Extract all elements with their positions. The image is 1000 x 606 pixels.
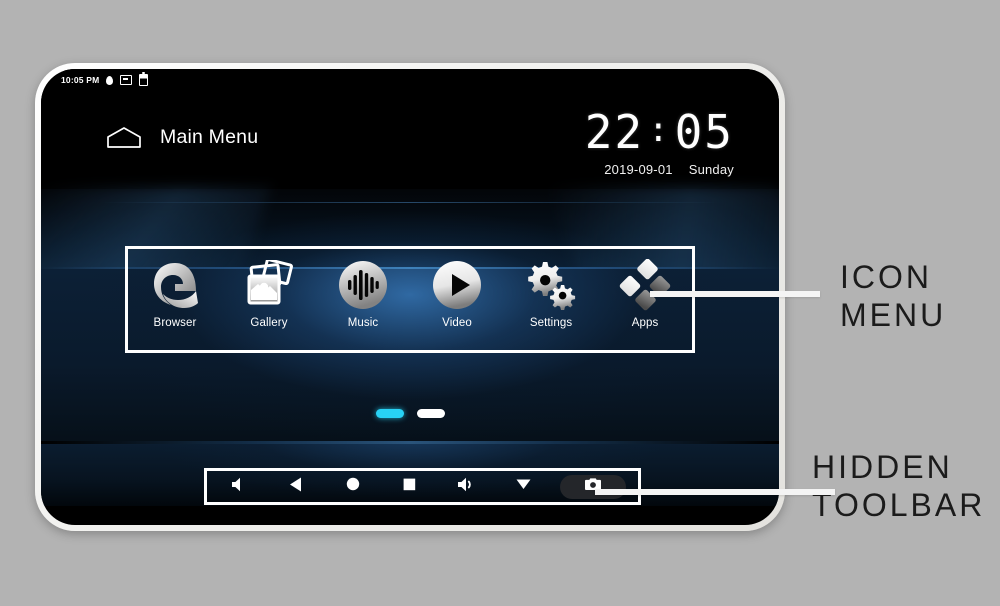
- clock-time: 22 : 05: [585, 109, 734, 155]
- sim-card-icon: [120, 75, 133, 85]
- volume-down-button[interactable]: [219, 473, 259, 501]
- status-bar-time: 10:05 PM: [61, 75, 100, 85]
- triangle-left-icon: [288, 476, 304, 498]
- app-browser[interactable]: Browser: [133, 257, 217, 329]
- app-video[interactable]: Video: [415, 257, 499, 329]
- screenshot-canvas: 10:05 PM Main Menu 22: 05 2019-09-01 Su…: [0, 0, 1000, 606]
- triangle-down-icon: [515, 477, 532, 496]
- apps-diamond-icon: [617, 257, 673, 313]
- settings-gears-icon: [523, 257, 579, 313]
- gallery-photos-icon: [241, 257, 297, 313]
- page-title: Main Menu: [160, 125, 259, 148]
- app-label: Settings: [529, 317, 573, 329]
- volume-up-button[interactable]: [446, 473, 486, 501]
- clock-minutes: 05: [674, 105, 734, 159]
- clock-date-row: 2019-09-01 Sunday: [585, 162, 734, 177]
- clock-date: 2019-09-01: [604, 162, 673, 177]
- app-label: Apps: [631, 317, 659, 329]
- main-menu-button[interactable]: Main Menu: [106, 125, 258, 149]
- icon-menu: Browser Gallery Music Video Settings App…: [128, 249, 692, 350]
- clock-separator: :: [648, 110, 671, 150]
- home-button[interactable]: [333, 473, 373, 501]
- speaker-wave-icon: [456, 476, 477, 498]
- annotation-line-1: HIDDEN: [812, 449, 953, 485]
- video-play-icon: [429, 257, 485, 313]
- tablet-screen: 10:05 PM Main Menu 22: 05 2019-09-01 Su…: [41, 69, 779, 525]
- leader-line-icon-menu: [650, 291, 820, 297]
- app-settings[interactable]: Settings: [509, 257, 593, 329]
- annotation-hidden-toolbar: HIDDEN TOOLBAR: [812, 448, 985, 524]
- square-icon: [402, 477, 417, 497]
- hidden-toolbar: [207, 471, 638, 502]
- status-bar: 10:05 PM: [41, 69, 779, 91]
- app-gallery[interactable]: Gallery: [227, 257, 311, 329]
- app-label: Browser: [153, 317, 197, 329]
- annotation-line-2: MENU: [840, 297, 947, 333]
- icon-menu-highlight-box: Browser Gallery Music Video Settings App…: [125, 246, 695, 353]
- location-icon: [106, 75, 114, 85]
- app-label: Music: [347, 317, 379, 329]
- annotation-line-1: ICON: [840, 259, 932, 295]
- page-dot-active[interactable]: [375, 409, 404, 418]
- battery-icon: [139, 72, 149, 86]
- music-waveform-icon: [335, 257, 391, 313]
- hidden-toolbar-highlight-box: [204, 468, 641, 505]
- hide-toolbar-button[interactable]: [503, 473, 543, 501]
- home-pentagon-icon: [106, 125, 142, 149]
- recents-button[interactable]: [389, 473, 429, 501]
- circle-icon: [345, 476, 361, 497]
- page-indicator: [41, 409, 779, 418]
- back-button[interactable]: [276, 473, 316, 501]
- annotation-line-2: TOOLBAR: [812, 487, 986, 523]
- app-label: Gallery: [250, 317, 288, 329]
- tablet-device: 10:05 PM Main Menu 22: 05 2019-09-01 Su…: [35, 63, 785, 531]
- annotation-icon-menu: ICON MENU: [840, 258, 946, 334]
- leader-line-hidden-toolbar: [595, 489, 835, 495]
- home-header: Main Menu 22 : 05 2019-09-01 Sunday: [41, 109, 779, 179]
- app-music[interactable]: Music: [321, 257, 405, 329]
- clock-widget: 22 : 05 2019-09-01 Sunday: [585, 109, 734, 177]
- page-dot[interactable]: [416, 409, 445, 418]
- clock-weekday: Sunday: [688, 162, 734, 177]
- app-label: Video: [442, 317, 472, 329]
- clock-hours: 22: [584, 105, 645, 159]
- edge-browser-icon: [147, 257, 203, 313]
- speaker-mute-icon: [230, 476, 249, 498]
